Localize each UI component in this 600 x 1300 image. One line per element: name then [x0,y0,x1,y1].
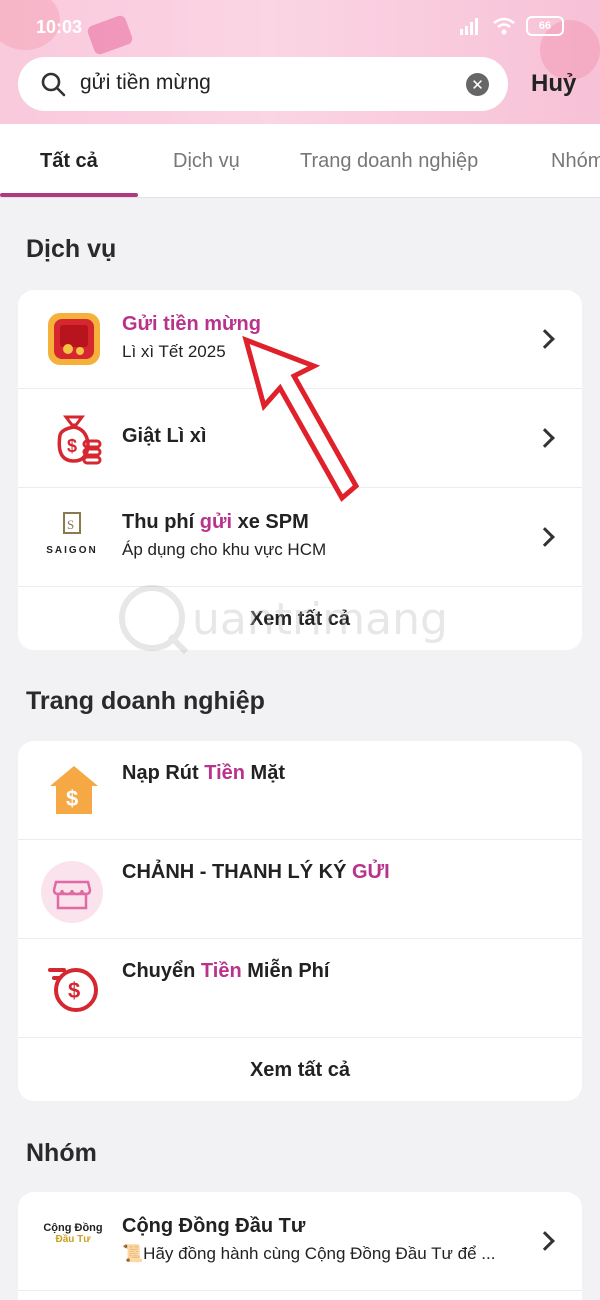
search-bar[interactable]: gửi tiền mừng ✕ [18,57,508,111]
tab-services[interactable]: Dịch vụ [173,150,240,173]
svg-text:$: $ [66,786,78,811]
service-title-highlight: Gửi tiền mừng [122,313,261,335]
header: 10:03 66 gửi tiền mừng ✕ Huỷ [0,0,600,124]
watermark-text: uantrimang [192,594,448,645]
store-icon [41,861,103,923]
transfer-dollar-icon: $ [48,968,98,1012]
title-highlight: Tiền [200,960,242,982]
title-highlight: GỬI [352,861,390,883]
tab-groups[interactable]: Nhóm [551,150,600,173]
title-part: Miễn Phí [241,960,330,982]
search-icon [41,72,66,97]
chevron-right-icon [535,428,555,448]
title-part: xe SPM [232,511,309,533]
chevron-right-icon [535,329,555,349]
battery-icon: 66 [526,16,564,36]
service-title: Thu phí gửi xe SPM [122,511,309,534]
business-row-nap-rut[interactable]: $ Nạp Rút Tiền Mặt [18,741,582,840]
section-title-business: Trang doanh nghiệp [26,687,265,715]
search-input[interactable]: gửi tiền mừng [80,71,211,95]
cancel-button[interactable]: Huỷ [531,70,576,98]
groups-card: Cộng Đồng Đầu Tư Cộng Đồng Đầu Tư 📜Hãy đ… [18,1192,582,1300]
wifi-icon [493,17,515,35]
status-bar: 10:03 66 [0,14,600,42]
service-title: Gửi tiền mừng [122,313,261,336]
clear-search-icon[interactable]: ✕ [466,73,489,96]
tab-bar: Tất cả Dịch vụ Trang doanh nghiệp Nhóm [0,124,600,198]
title-part: Mặt [244,762,285,784]
service-subtitle: Áp dụng cho khu vực HCM [122,540,327,559]
title-part: Nạp Rút [122,762,205,784]
title-highlight: Tiền [204,762,245,784]
title-highlight: gửi [199,511,233,533]
signal-icon [460,18,478,35]
group-logo-line2: Đầu Tư [55,1234,91,1245]
tab-all[interactable]: Tất cả [40,150,98,173]
saigon-logo-text: SAIGON [46,545,98,556]
watermark-logo: uantrimang [119,585,448,655]
status-icons: 66 [460,16,564,36]
house-dollar-icon: $ [50,766,98,814]
tab-business[interactable]: Trang doanh nghiệp [300,150,478,173]
group-title: Cộng Đồng Đầu Tư [122,1215,306,1237]
business-title: Chuyển Tiền Miễn Phí [122,960,329,983]
see-all-business-link[interactable]: Xem tất cả [18,1059,582,1082]
business-row-chuyen-tien[interactable]: $ Chuyển Tiền Miễn Phí [18,939,582,1038]
saigon-logo-icon: S SAIGON [42,510,102,566]
svg-text:$: $ [68,978,80,1003]
section-title-services: Dịch vụ [26,235,117,263]
svg-text:S: S [67,517,74,532]
service-title: Giật Lì xì [122,425,207,447]
tab-active-indicator [0,193,138,197]
group-row-cong-dong-dau-tu[interactable]: Cộng Đồng Đầu Tư Cộng Đồng Đầu Tư 📜Hãy đ… [18,1192,582,1291]
svg-text:$: $ [67,436,77,456]
status-time: 10:03 [36,17,83,37]
chevron-right-icon [535,527,555,547]
title-part: Chuyển [122,960,201,982]
service-subtitle: Lì xì Tết 2025 [122,342,226,361]
business-title: CHẢNH - THANH LÝ KÝ GỬI [122,861,390,884]
annotation-arrow-icon [242,336,360,502]
money-bag-icon: $ [57,415,102,465]
group-logo-line1: Cộng Đồng [43,1222,103,1234]
business-title: Nạp Rút Tiền Mặt [122,762,285,785]
title-part: CHẢNH - THANH LÝ KÝ [122,861,352,883]
group-logo-icon: Cộng Đồng Đầu Tư [40,1222,106,1262]
group-subtitle: 📜Hãy đồng hành cùng Cộng Đồng Đầu Tư để … [122,1244,496,1263]
title-part: Thu phí [122,511,200,533]
business-row-chanh[interactable]: CHẢNH - THANH LÝ KÝ GỬI [18,840,582,939]
business-card: $ Nạp Rút Tiền Mặt CHẢNH - THANH LÝ KÝ G… [18,741,582,1101]
chevron-right-icon [535,1231,555,1251]
red-envelope-icon [48,313,100,365]
section-title-groups: Nhóm [26,1139,97,1167]
